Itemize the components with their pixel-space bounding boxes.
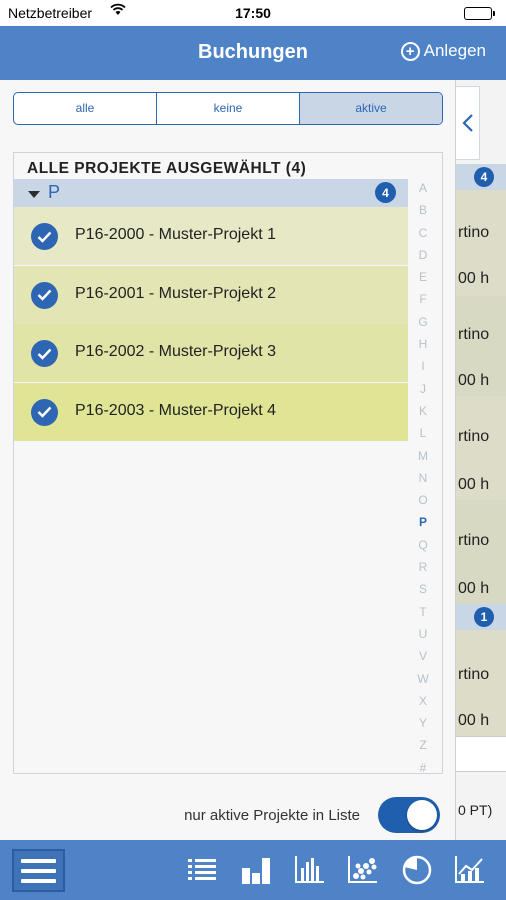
add-button-label: Anlegen xyxy=(423,41,486,60)
filter-segmented-control[interactable]: alle keine aktive xyxy=(13,92,443,125)
index-letter[interactable]: F xyxy=(412,288,434,310)
status-bar: Netzbetreiber 17:50 xyxy=(0,0,506,26)
index-letter[interactable]: R xyxy=(412,556,434,578)
index-letter[interactable]: L xyxy=(412,422,434,444)
battery-icon xyxy=(464,7,495,20)
project-row[interactable]: P16-2001 - Muster-Projekt 2 xyxy=(14,265,408,324)
project-row[interactable]: P16-2000 - Muster-Projekt 1 xyxy=(14,207,408,265)
combo-chart-icon[interactable] xyxy=(454,854,486,886)
filter-option-all[interactable]: alle xyxy=(14,93,157,124)
histogram-icon[interactable] xyxy=(294,854,326,886)
tab-bar xyxy=(0,840,506,900)
project-row[interactable]: P16-2002 - Muster-Projekt 3 xyxy=(14,324,408,382)
clock: 17:50 xyxy=(235,5,271,21)
index-letter[interactable]: X xyxy=(412,690,434,712)
background-entry: rtino 00 h xyxy=(456,396,506,500)
index-letter[interactable]: H xyxy=(412,333,434,355)
index-letter[interactable]: S xyxy=(412,578,434,600)
active-only-label: nur aktive Projekte in Liste xyxy=(184,807,360,824)
add-button[interactable]: + Anlegen xyxy=(400,41,486,61)
project-label: P16-2003 - Muster-Projekt 4 xyxy=(75,401,276,419)
index-letter[interactable]: D xyxy=(412,244,434,266)
index-letter[interactable]: V xyxy=(412,645,434,667)
active-only-setting: nur aktive Projekte in Liste xyxy=(0,792,456,838)
index-letter[interactable]: Z xyxy=(412,734,434,756)
checkmark-circle-icon[interactable] xyxy=(31,281,58,309)
filter-option-none[interactable]: keine xyxy=(157,93,300,124)
index-letter[interactable]: O xyxy=(412,489,434,511)
collapse-panel-button[interactable] xyxy=(456,86,480,160)
background-page: 4 rtino 00 h rtino 00 h rtino 00 h 1 rti… xyxy=(456,80,506,840)
project-filter-panel: alle keine aktive ALLE PROJEKTE AUSGEWÄH… xyxy=(0,80,456,840)
index-letter[interactable]: E xyxy=(412,266,434,288)
project-row[interactable]: P16-2003 - Muster-Projekt 4 xyxy=(14,382,408,441)
filter-option-active[interactable]: aktive xyxy=(300,93,442,124)
section-count-badge: 4 xyxy=(375,182,396,203)
index-letter[interactable]: C xyxy=(412,222,434,244)
index-letter[interactable]: W xyxy=(412,668,434,690)
index-letter[interactable]: U xyxy=(412,623,434,645)
checkmark-circle-icon[interactable] xyxy=(31,223,58,250)
index-letter[interactable]: P xyxy=(412,511,434,533)
index-letter[interactable]: T xyxy=(412,601,434,623)
chevron-left-icon xyxy=(461,114,473,132)
background-count-badge: 1 xyxy=(474,607,494,627)
menu-button[interactable] xyxy=(12,849,65,892)
background-entry: rtino 00 h xyxy=(456,630,506,736)
section-letter: P xyxy=(48,182,61,202)
checkmark-circle-icon[interactable] xyxy=(31,340,58,367)
index-letter[interactable]: N xyxy=(412,467,434,489)
background-input xyxy=(456,736,506,772)
bar-chart-icon[interactable] xyxy=(240,854,272,886)
project-list-header: ALLE PROJEKTE AUSGEWÄHLT (4) xyxy=(27,160,307,177)
pie-chart-icon[interactable] xyxy=(401,854,433,886)
index-letter[interactable]: Y xyxy=(412,712,434,734)
background-header: 4 xyxy=(456,164,506,190)
navigation-bar: Buchungen + Anlegen xyxy=(0,26,506,80)
index-letter[interactable]: # xyxy=(412,757,434,779)
index-letter[interactable]: G xyxy=(412,311,434,333)
background-total: 0 PT) xyxy=(458,802,493,818)
project-label: P16-2001 - Muster-Projekt 2 xyxy=(75,284,276,302)
background-count-badge: 4 xyxy=(474,167,494,187)
scatter-icon[interactable] xyxy=(347,854,379,886)
index-letter[interactable]: J xyxy=(412,378,434,400)
index-letter[interactable]: M xyxy=(412,445,434,467)
project-list: ALLE PROJEKTE AUSGEWÄHLT (4) P 4 P16-200… xyxy=(13,152,443,775)
index-letter[interactable]: K xyxy=(412,400,434,422)
project-label: P16-2000 - Muster-Projekt 1 xyxy=(75,226,276,243)
checkmark-circle-icon[interactable] xyxy=(31,398,58,426)
plus-circle-icon: + xyxy=(400,41,420,61)
index-letter[interactable]: I xyxy=(412,355,434,377)
background-entry: rtino 00 h xyxy=(456,296,506,396)
section-header-p[interactable]: P 4 xyxy=(14,179,408,207)
disclosure-triangle-icon xyxy=(28,191,40,198)
background-header: 1 xyxy=(456,604,506,630)
background-entry: rtino 00 h xyxy=(456,500,506,604)
project-label: P16-2002 - Muster-Projekt 3 xyxy=(75,343,276,360)
index-letter[interactable]: A xyxy=(412,177,434,199)
alphabet-index[interactable]: A B C D E F G H I J K L M N O P Q R S T U V W X Y Z # xyxy=(412,177,434,779)
active-only-toggle[interactable] xyxy=(378,797,440,833)
list-icon[interactable] xyxy=(186,854,218,886)
index-letter[interactable]: Q xyxy=(412,534,434,556)
index-letter[interactable]: B xyxy=(412,199,434,221)
